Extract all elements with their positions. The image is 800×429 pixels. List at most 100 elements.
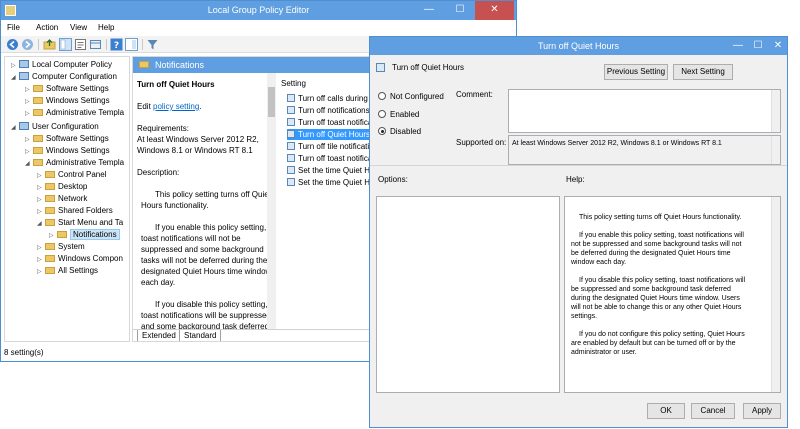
tree-item[interactable]: ▷ System <box>37 241 85 252</box>
cancel-button[interactable]: Cancel <box>691 403 735 419</box>
tree-item[interactable]: ◢ Administrative Templa <box>25 157 124 168</box>
comment-textarea[interactable] <box>508 89 781 133</box>
tree-item[interactable]: ▷ Desktop <box>37 181 87 192</box>
minimize-button[interactable]: — <box>416 1 442 20</box>
properties-icon[interactable] <box>74 38 87 51</box>
expanded-arrow-icon[interactable]: ◢ <box>11 123 19 134</box>
tree-item[interactable]: ◢ Start Menu and Ta <box>37 217 123 228</box>
options-panel <box>376 196 560 393</box>
maximize-button[interactable]: ☐ <box>447 1 473 20</box>
radio-enabled[interactable]: Enabled <box>378 109 419 121</box>
tree-item-label: Computer Configuration <box>32 72 117 81</box>
tree-item[interactable]: ▷ Software Settings <box>25 83 109 94</box>
back-arrow-icon[interactable] <box>6 38 19 51</box>
tree-item[interactable]: ▷ Windows Settings <box>25 95 110 106</box>
radio-button[interactable] <box>378 92 386 100</box>
requirements-label: Requirements: <box>137 124 190 133</box>
setting-row[interactable]: Turn off notifications d <box>287 105 376 116</box>
supported-scrollbar[interactable] <box>771 136 780 164</box>
apply-button[interactable]: Apply <box>743 403 781 419</box>
scrollbar-thumb[interactable] <box>268 87 275 117</box>
help-paragraph: If you disable this policy setting, toas… <box>571 277 746 320</box>
tree-item[interactable]: ▷ All Settings <box>37 265 98 276</box>
tree-item[interactable]: ▷ Notifications <box>49 229 120 240</box>
folder-icon <box>33 159 43 166</box>
filter-icon[interactable] <box>146 38 159 51</box>
menu-file[interactable]: File <box>7 23 20 32</box>
previous-setting-button[interactable]: Previous Setting <box>604 64 668 80</box>
description-scrollbar[interactable] <box>267 73 276 329</box>
setting-row[interactable]: Set the time Quiet Hou <box>287 177 379 188</box>
menu-help[interactable]: Help <box>98 23 114 32</box>
policy-setting-dialog: Turn off Quiet Hours — ☐ ✕ Turn off Quie… <box>369 36 788 428</box>
menu-action[interactable]: Action <box>36 23 58 32</box>
tree-item[interactable]: ▷ Network <box>37 193 87 204</box>
tree-item[interactable]: ◢ User Configuration <box>11 121 99 132</box>
expanded-arrow-icon[interactable]: ◢ <box>11 73 19 84</box>
setting-row[interactable]: Set the time Quiet Hou <box>287 165 379 176</box>
tree-item[interactable]: ▷ Shared Folders <box>37 205 113 216</box>
main-titlebar[interactable]: Local Group Policy Editor — ☐ ✕ <box>1 1 516 20</box>
description-para-1: This policy setting turns off Quiet Hour… <box>141 190 271 210</box>
tab-standard[interactable]: Standard <box>179 330 222 341</box>
tree-item[interactable]: ▷ Windows Compon <box>37 253 123 264</box>
tree-item[interactable]: ▷ Software Settings <box>25 133 109 144</box>
setting-row[interactable]: Turn off tile notificati <box>287 141 369 152</box>
setting-row[interactable]: Turn off Quiet Hours <box>287 129 375 140</box>
folder-icon <box>33 147 43 154</box>
pane-header-title: Notifications <box>155 60 205 70</box>
folder-icon <box>45 195 55 202</box>
tab-extended[interactable]: Extended <box>137 330 181 341</box>
expanded-arrow-icon[interactable]: ◢ <box>25 159 33 170</box>
radio-label: Disabled <box>390 127 422 136</box>
collapsed-arrow-icon[interactable]: ▷ <box>37 267 45 278</box>
expanded-arrow-icon[interactable]: ◢ <box>37 219 45 230</box>
radio-not-configured[interactable]: Not Configured <box>378 91 444 103</box>
folder-icon <box>139 61 149 68</box>
radio-button-selected[interactable] <box>378 127 386 135</box>
radio-label: Not Configured <box>390 92 444 101</box>
edit-policy-link[interactable]: policy setting <box>153 102 199 111</box>
setting-row[interactable]: Turn off toast notificat <box>287 153 374 164</box>
tree-item[interactable]: ◢ Computer Configuration <box>11 71 117 82</box>
description-label: Description: <box>137 168 180 177</box>
tree-item-label: Desktop <box>58 182 88 191</box>
radio-disabled[interactable]: Disabled <box>378 126 421 138</box>
next-setting-button[interactable]: Next Setting <box>673 64 733 80</box>
computer-icon <box>19 72 29 80</box>
folder-icon <box>57 231 67 238</box>
comment-label: Comment: <box>456 90 493 99</box>
show-tree-icon[interactable] <box>59 38 72 51</box>
folder-icon <box>33 135 43 142</box>
tree-item[interactable]: ▷ Windows Settings <box>25 145 110 156</box>
menu-view[interactable]: View <box>70 23 87 32</box>
setting-row[interactable]: Turn off calls during Q <box>287 93 376 104</box>
setting-label: Set the time Quiet Hou <box>298 178 379 187</box>
extended-description: Turn off Quiet Hours Edit policy setting… <box>133 73 277 329</box>
help-icon[interactable]: ? <box>110 38 123 51</box>
policy-setting-icon <box>287 130 295 138</box>
tree-item-label: Windows Compon <box>58 254 123 263</box>
comment-scrollbar[interactable] <box>771 90 780 132</box>
tree-item[interactable]: ▷ Control Panel <box>37 169 106 180</box>
policy-tree[interactable]: ▷ Local Computer Policy ◢ Computer Configur… <box>4 56 130 342</box>
help-scrollbar[interactable] <box>771 197 780 392</box>
collapsed-arrow-icon[interactable]: ▷ <box>25 109 33 120</box>
close-button[interactable]: ✕ <box>475 1 514 20</box>
tree-item[interactable]: ▷ Administrative Templa <box>25 107 124 118</box>
up-folder-icon[interactable] <box>43 38 56 51</box>
tree-item-label: Windows Settings <box>46 96 110 105</box>
tree-item-label: Windows Settings <box>46 146 110 155</box>
setting-row[interactable]: Turn off toast notificat <box>287 117 374 128</box>
forward-arrow-icon[interactable] <box>21 38 34 51</box>
ok-button[interactable]: OK <box>647 403 685 419</box>
export-icon[interactable] <box>89 38 102 51</box>
dialog-close-button[interactable]: ✕ <box>766 37 790 55</box>
show-hide-icon[interactable] <box>125 38 138 51</box>
tree-item[interactable]: ▷ Local Computer Policy <box>11 59 112 70</box>
folder-icon <box>45 267 55 274</box>
setting-label: Turn off calls during Q <box>298 94 377 103</box>
dialog-titlebar[interactable]: Turn off Quiet Hours — ☐ ✕ <box>370 37 787 55</box>
radio-button[interactable] <box>378 110 386 118</box>
setting-column-header[interactable]: Setting <box>281 79 306 88</box>
